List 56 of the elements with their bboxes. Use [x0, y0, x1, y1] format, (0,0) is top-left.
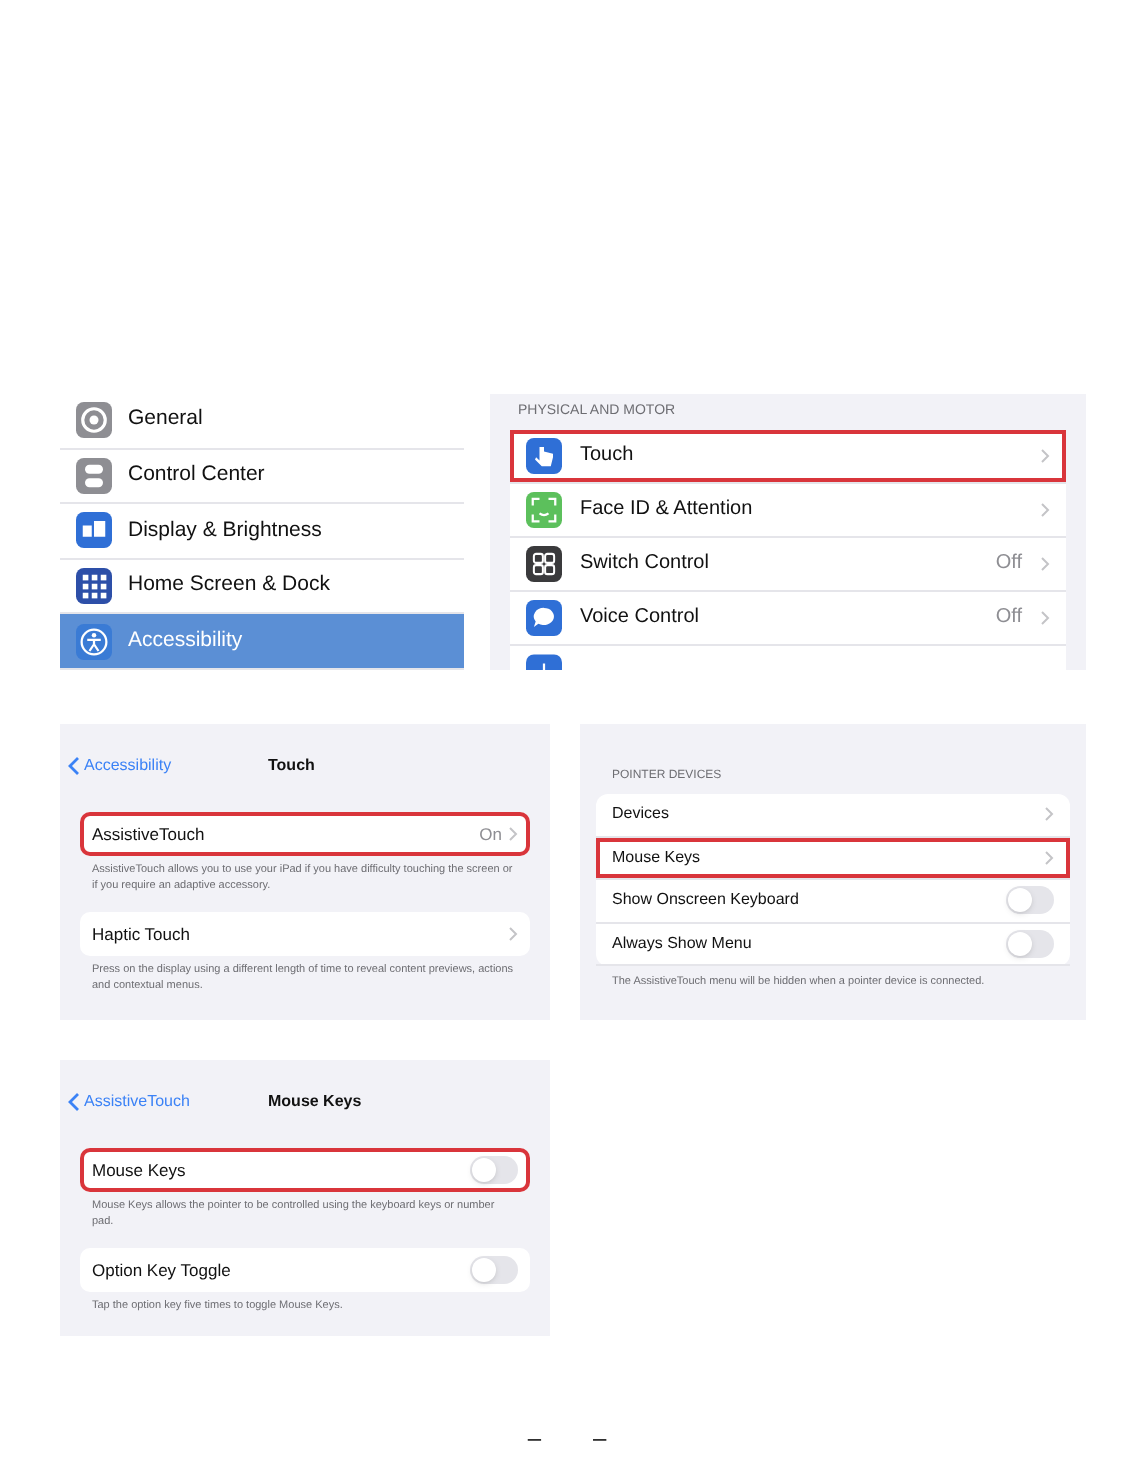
hand-icon — [526, 437, 562, 473]
sidebar-item[interactable]: Control Center — [60, 449, 464, 505]
settings-row[interactable]: Show Onscreen Keyboard — [596, 880, 1070, 923]
grid-icon — [76, 568, 112, 605]
chevron-icon — [508, 826, 518, 842]
settings-row[interactable]: Voice Control Off — [510, 591, 1066, 645]
row-label: Face ID & Attention — [580, 496, 755, 524]
face-icon — [526, 491, 562, 527]
grid-icon — [526, 545, 562, 581]
toggle-switch[interactable] — [470, 1156, 518, 1184]
toggles-icon — [76, 457, 112, 494]
row-label: Mouse Keys — [612, 845, 703, 870]
person-icon — [76, 623, 112, 660]
sidebar-item[interactable]: Display & Brightness — [60, 504, 464, 560]
row-label: Haptic Touch — [92, 921, 192, 947]
toggle-switch[interactable] — [1006, 929, 1054, 958]
page-number-dash: – — [527, 1422, 541, 1456]
row-label: Voice Control — [580, 604, 701, 632]
settings-row[interactable]: Mouse Keys — [80, 1148, 530, 1192]
settings-row[interactable]: Always Show Menu — [596, 923, 1070, 966]
chevron-icon — [1040, 447, 1050, 463]
row-label: Switch Control — [580, 550, 711, 578]
chevron-icon — [1040, 609, 1050, 625]
settings-row[interactable]: Mouse Keys — [596, 837, 1070, 880]
settings-row[interactable]: AssistiveTouch On — [80, 812, 530, 856]
chevron-icon — [1040, 501, 1050, 517]
row-value: Off — [995, 604, 1022, 632]
settings-row[interactable]: Switch Control Off — [510, 537, 1066, 591]
chevron-icon — [1044, 849, 1054, 866]
screen-title: Mouse Keys — [268, 1090, 362, 1114]
gear-icon — [76, 402, 112, 439]
toggle-switch[interactable] — [470, 1256, 518, 1284]
row-value: Off — [995, 550, 1022, 578]
settings-row[interactable]: Face ID & Attention — [510, 483, 1066, 537]
back-chevron-icon — [68, 756, 80, 776]
speech-bubble-icon — [526, 599, 562, 635]
row-label: Option Key Toggle — [92, 1257, 233, 1283]
settings-row[interactable]: Option Key Toggle — [80, 1248, 530, 1292]
row-label: Touch — [580, 442, 636, 470]
chevron-icon — [508, 926, 518, 942]
row-label: AssistiveTouch — [92, 821, 207, 847]
toggle-switch[interactable] — [1006, 886, 1054, 915]
row-label: Always Show Menu — [612, 931, 754, 956]
row-value: On — [479, 821, 502, 847]
row-label: Mouse Keys — [92, 1157, 188, 1183]
row-label: Show Onscreen Keyboard — [612, 888, 801, 913]
page-number-dash: – — [593, 1422, 607, 1456]
settings-row[interactable]: Devices — [596, 794, 1070, 837]
settings-row[interactable]: Touch — [510, 429, 1066, 483]
row-label: Devices — [612, 802, 671, 827]
chevron-icon — [1040, 555, 1050, 571]
screen-title: Touch — [268, 754, 315, 778]
settings-row[interactable]: Haptic Touch — [80, 912, 530, 956]
chevron-icon — [1044, 806, 1054, 823]
back-chevron-icon — [68, 1092, 80, 1112]
sidebar-item[interactable]: General — [60, 394, 464, 450]
